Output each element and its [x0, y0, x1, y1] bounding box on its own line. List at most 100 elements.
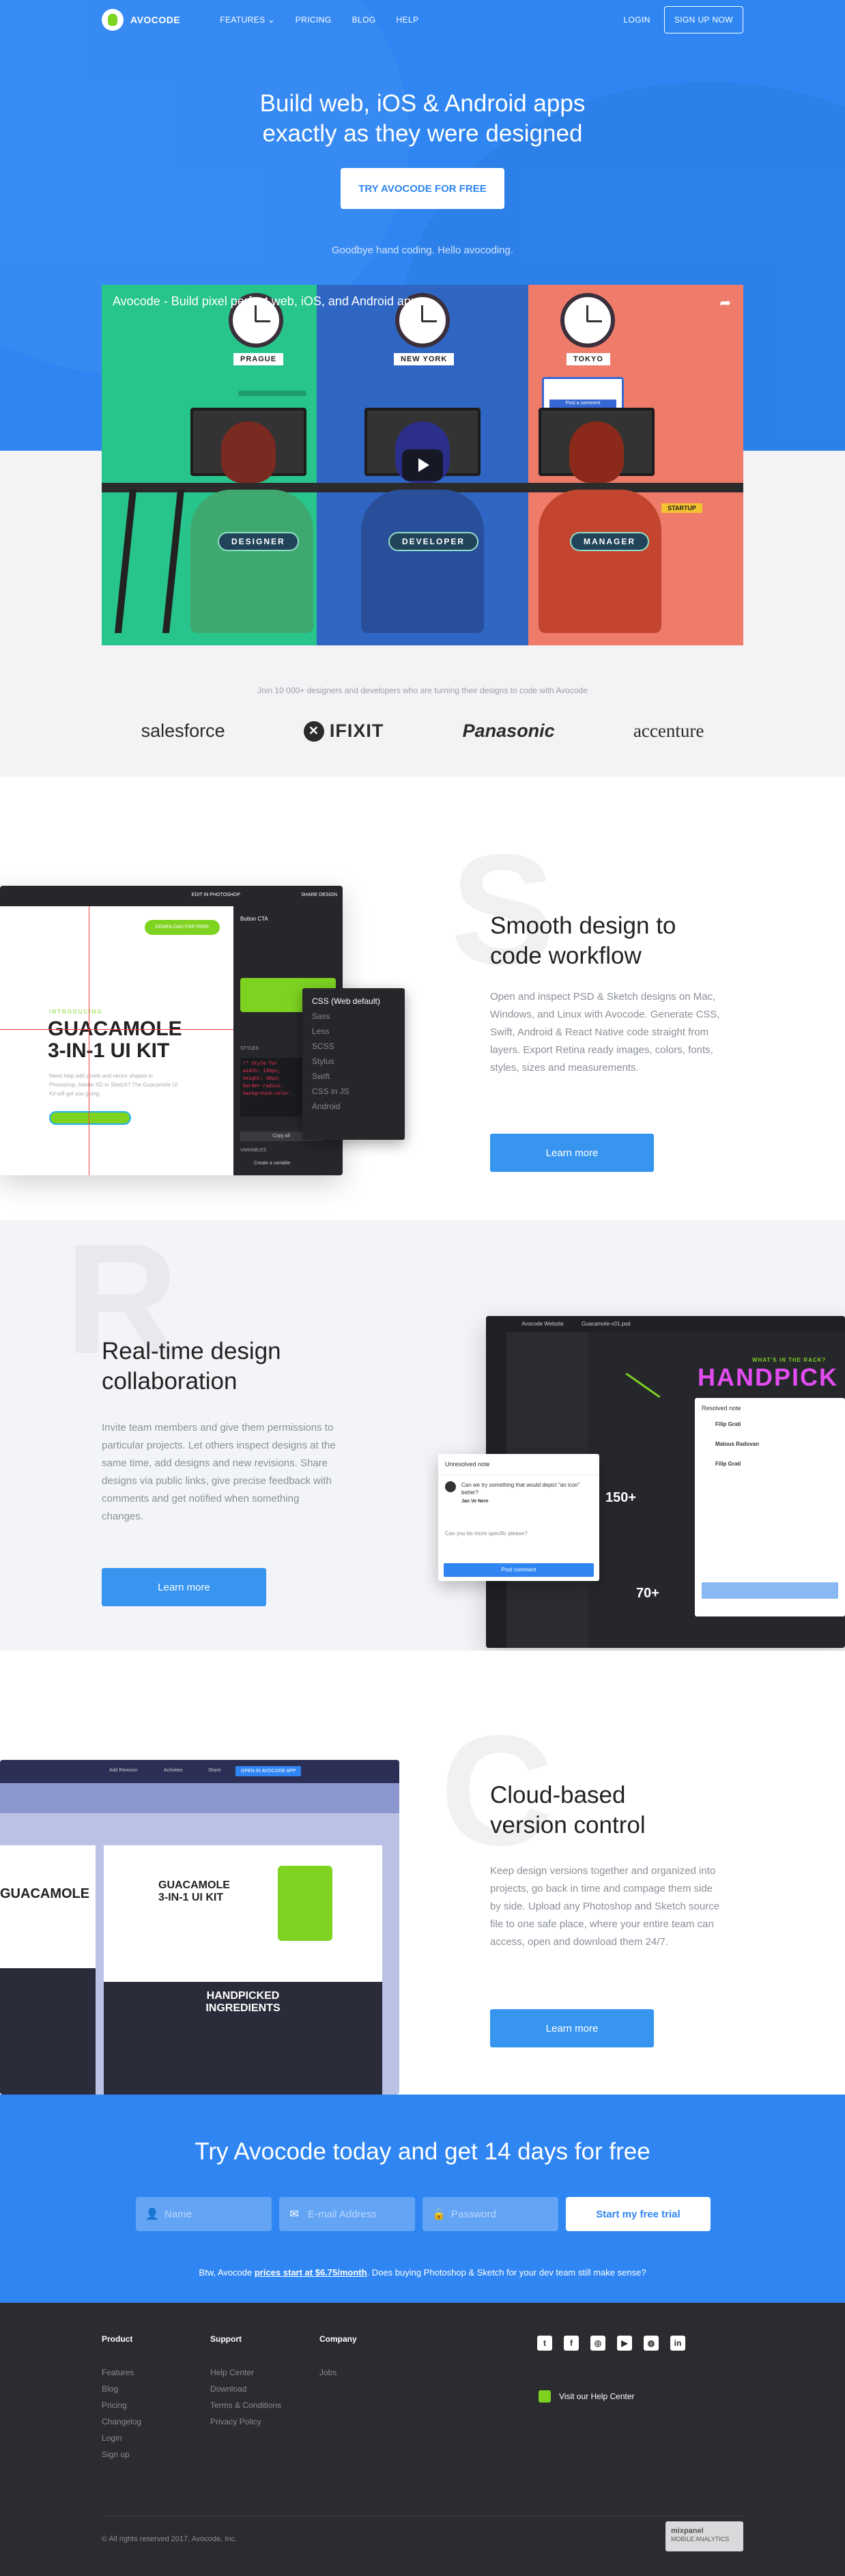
footer-product: Product Features Blog Pricing Changelog …	[102, 2334, 141, 2463]
twitter-icon[interactable]: t	[537, 2336, 552, 2351]
avatar	[445, 1481, 456, 1492]
play-icon	[418, 458, 429, 472]
user-icon: 👤	[145, 2209, 159, 2220]
feature-collaboration: R Real-time design collaboration Invite t…	[0, 1220, 845, 1651]
trial-title: Try Avocode today and get 14 days for fr…	[195, 2138, 650, 2165]
logo-text: AVOCODE	[130, 14, 181, 25]
learn-more-button[interactable]: Learn more	[490, 1134, 654, 1172]
facebook-icon[interactable]: f	[564, 2336, 579, 2351]
footer-link[interactable]: Privacy Policy	[210, 2413, 281, 2430]
nav-help[interactable]: HELP	[397, 15, 419, 25]
footer-link[interactable]: Blog	[102, 2381, 141, 2397]
start-trial-button[interactable]: Start my free trial	[566, 2197, 711, 2231]
download-pill: DOWNLOAD FOR FREE	[145, 920, 220, 935]
dropdown-option[interactable]: SCSS	[302, 1039, 405, 1054]
developer-chair	[361, 490, 484, 633]
intro-video[interactable]: Avocode - Build pixel perfect web, iOS, …	[102, 285, 743, 645]
youtube-icon[interactable]: ▶	[617, 2336, 632, 2351]
password-input[interactable]: 🔒 Password	[422, 2197, 558, 2231]
progress-decor	[238, 391, 306, 396]
footer-support: Support Help Center Download Terms & Con…	[210, 2334, 281, 2430]
manager-chair	[539, 490, 661, 633]
learn-more-button[interactable]: Learn more	[490, 2009, 654, 2047]
footer: Product Features Blog Pricing Changelog …	[0, 2303, 845, 2576]
help-icon	[539, 2390, 551, 2403]
top-nav: AVOCODE FEATURES ⌄ PRICING BLOG HELP LOG…	[0, 0, 845, 40]
manager-character	[569, 421, 624, 483]
selected-button-outline	[49, 1111, 131, 1125]
post-comment-button[interactable]: Post comment	[444, 1563, 594, 1577]
learn-more-button[interactable]: Learn more	[102, 1568, 266, 1606]
play-button[interactable]	[402, 449, 443, 481]
feature-title: Cloud-based version control	[490, 1782, 646, 1838]
dropdown-option[interactable]: CSS (Web default)	[302, 994, 405, 1009]
designer-chair	[190, 490, 313, 633]
linkedin-icon[interactable]: in	[670, 2336, 685, 2351]
unresolved-note-popup: Unresolved note Can we try something tha…	[438, 1454, 599, 1581]
dribbble-icon[interactable]: ◍	[644, 2336, 659, 2351]
version-preview-right: GUACAMOLE 3-IN-1 UI KIT HANDPICKED INGREDI…	[104, 1845, 382, 2095]
city-label: PRAGUE	[233, 353, 284, 365]
nav-links: FEATURES ⌄ PRICING BLOG HELP	[220, 15, 418, 25]
instagram-icon[interactable]: ◎	[590, 2336, 605, 2351]
nav-pricing[interactable]: PRICING	[296, 15, 332, 25]
footer-link[interactable]: Pricing	[102, 2397, 141, 2413]
dropdown-option[interactable]: Less	[302, 1024, 405, 1039]
feature-text: Invite team members and give them permis…	[102, 1422, 336, 1522]
share-icon[interactable]: ➦	[719, 294, 731, 311]
footer-company: Company Jobs	[319, 2334, 357, 2381]
dropdown-option[interactable]: Swift	[302, 1069, 405, 1084]
inspect-mockup: EDIT IN PHOTOSHOP SHARE DESIGN DOWNLOAD …	[0, 886, 343, 1175]
footer-link[interactable]: Features	[102, 2364, 141, 2381]
dropdown-option[interactable]: Android	[302, 1099, 405, 1114]
avocode-logo[interactable]: AVOCODE	[102, 9, 180, 31]
panasonic-logo: Panasonic	[462, 720, 555, 741]
feature-design-to-code: S EDIT IN PHOTOSHOP SHARE DESIGN DOWNLOA…	[0, 776, 845, 1220]
nav-blog[interactable]: BLOG	[352, 15, 376, 25]
hero-title: Build web, iOS & Android apps exactly as …	[259, 90, 586, 147]
footer-link[interactable]: Jobs	[319, 2364, 357, 2381]
footer-link[interactable]: Help Center	[210, 2364, 281, 2381]
copyright: © All rights reserved 2017, Avocode, Inc…	[102, 2535, 238, 2543]
footer-link[interactable]: Sign up	[102, 2446, 141, 2463]
chevron-down-icon: ⌄	[268, 15, 275, 25]
dropdown-option[interactable]: Stylus	[302, 1054, 405, 1069]
client-logos: salesforce ✕ IFIXIT Panasonic accenture	[102, 720, 743, 742]
version-mockup: Add Revision Activities Share OPEN IN AV…	[0, 1760, 399, 2095]
salesforce-logo: salesforce	[141, 720, 225, 741]
open-in-app-button[interactable]: OPEN IN AVOCODE APP	[235, 1766, 302, 1776]
clock-icon	[560, 293, 615, 348]
name-input[interactable]: 👤 Name	[136, 2197, 272, 2231]
language-dropdown[interactable]: CSS (Web default) Sass Less SCSS Stylus …	[302, 988, 405, 1140]
mixpanel-badge[interactable]: mixpanel MOBILE ANALYTICS	[665, 2521, 743, 2551]
avocado-icon	[102, 9, 124, 31]
resolved-note-panel: Resolved note Filip Grati Matous Radovan…	[695, 1398, 845, 1616]
help-center-link[interactable]: Visit our Help Center	[539, 2390, 635, 2403]
designer-character	[221, 421, 276, 483]
city-label: NEW YORK	[394, 353, 455, 365]
try-free-button[interactable]: TRY AVOCODE FOR FREE	[341, 168, 504, 209]
role-badge: DESIGNER	[218, 532, 299, 551]
footer-link[interactable]: Changelog	[102, 2413, 141, 2430]
pricing-note: Btw, Avocode prices start at $6.75/month…	[199, 2267, 646, 2278]
email-input[interactable]: ✉ E-mail Address	[279, 2197, 415, 2231]
footer-link[interactable]: Terms & Conditions	[210, 2397, 281, 2413]
clients-text: Join 10 000+ designers and developers wh…	[257, 686, 588, 695]
lock-icon: 🔒	[432, 2209, 446, 2220]
feature-version-control: C Add Revision Activities Share OPEN IN …	[0, 1651, 845, 2095]
footer-link[interactable]: Login	[102, 2430, 141, 2446]
role-badge: DEVELOPER	[388, 532, 479, 551]
dropdown-option[interactable]: CSS in JS	[302, 1084, 405, 1099]
footer-link[interactable]: Download	[210, 2381, 281, 2397]
feature-title: Real-time design collaboration	[102, 1338, 281, 1395]
mail-icon: ✉	[289, 2209, 299, 2220]
mock-toolbar: EDIT IN PHOTOSHOP SHARE DESIGN	[0, 886, 343, 906]
video-title: Avocode - Build pixel perfect web, iOS, …	[113, 294, 424, 308]
dropdown-option[interactable]: Sass	[302, 1009, 405, 1024]
feature-title: Smooth design to code workflow	[490, 912, 676, 969]
signup-button[interactable]: SIGN UP NOW	[663, 6, 743, 33]
nav-features[interactable]: FEATURES ⌄	[220, 15, 275, 25]
pricing-link[interactable]: prices start at $6.75/month	[255, 2267, 367, 2278]
login-link[interactable]: LOGIN	[623, 15, 650, 25]
city-label: TOKYO	[567, 353, 610, 365]
